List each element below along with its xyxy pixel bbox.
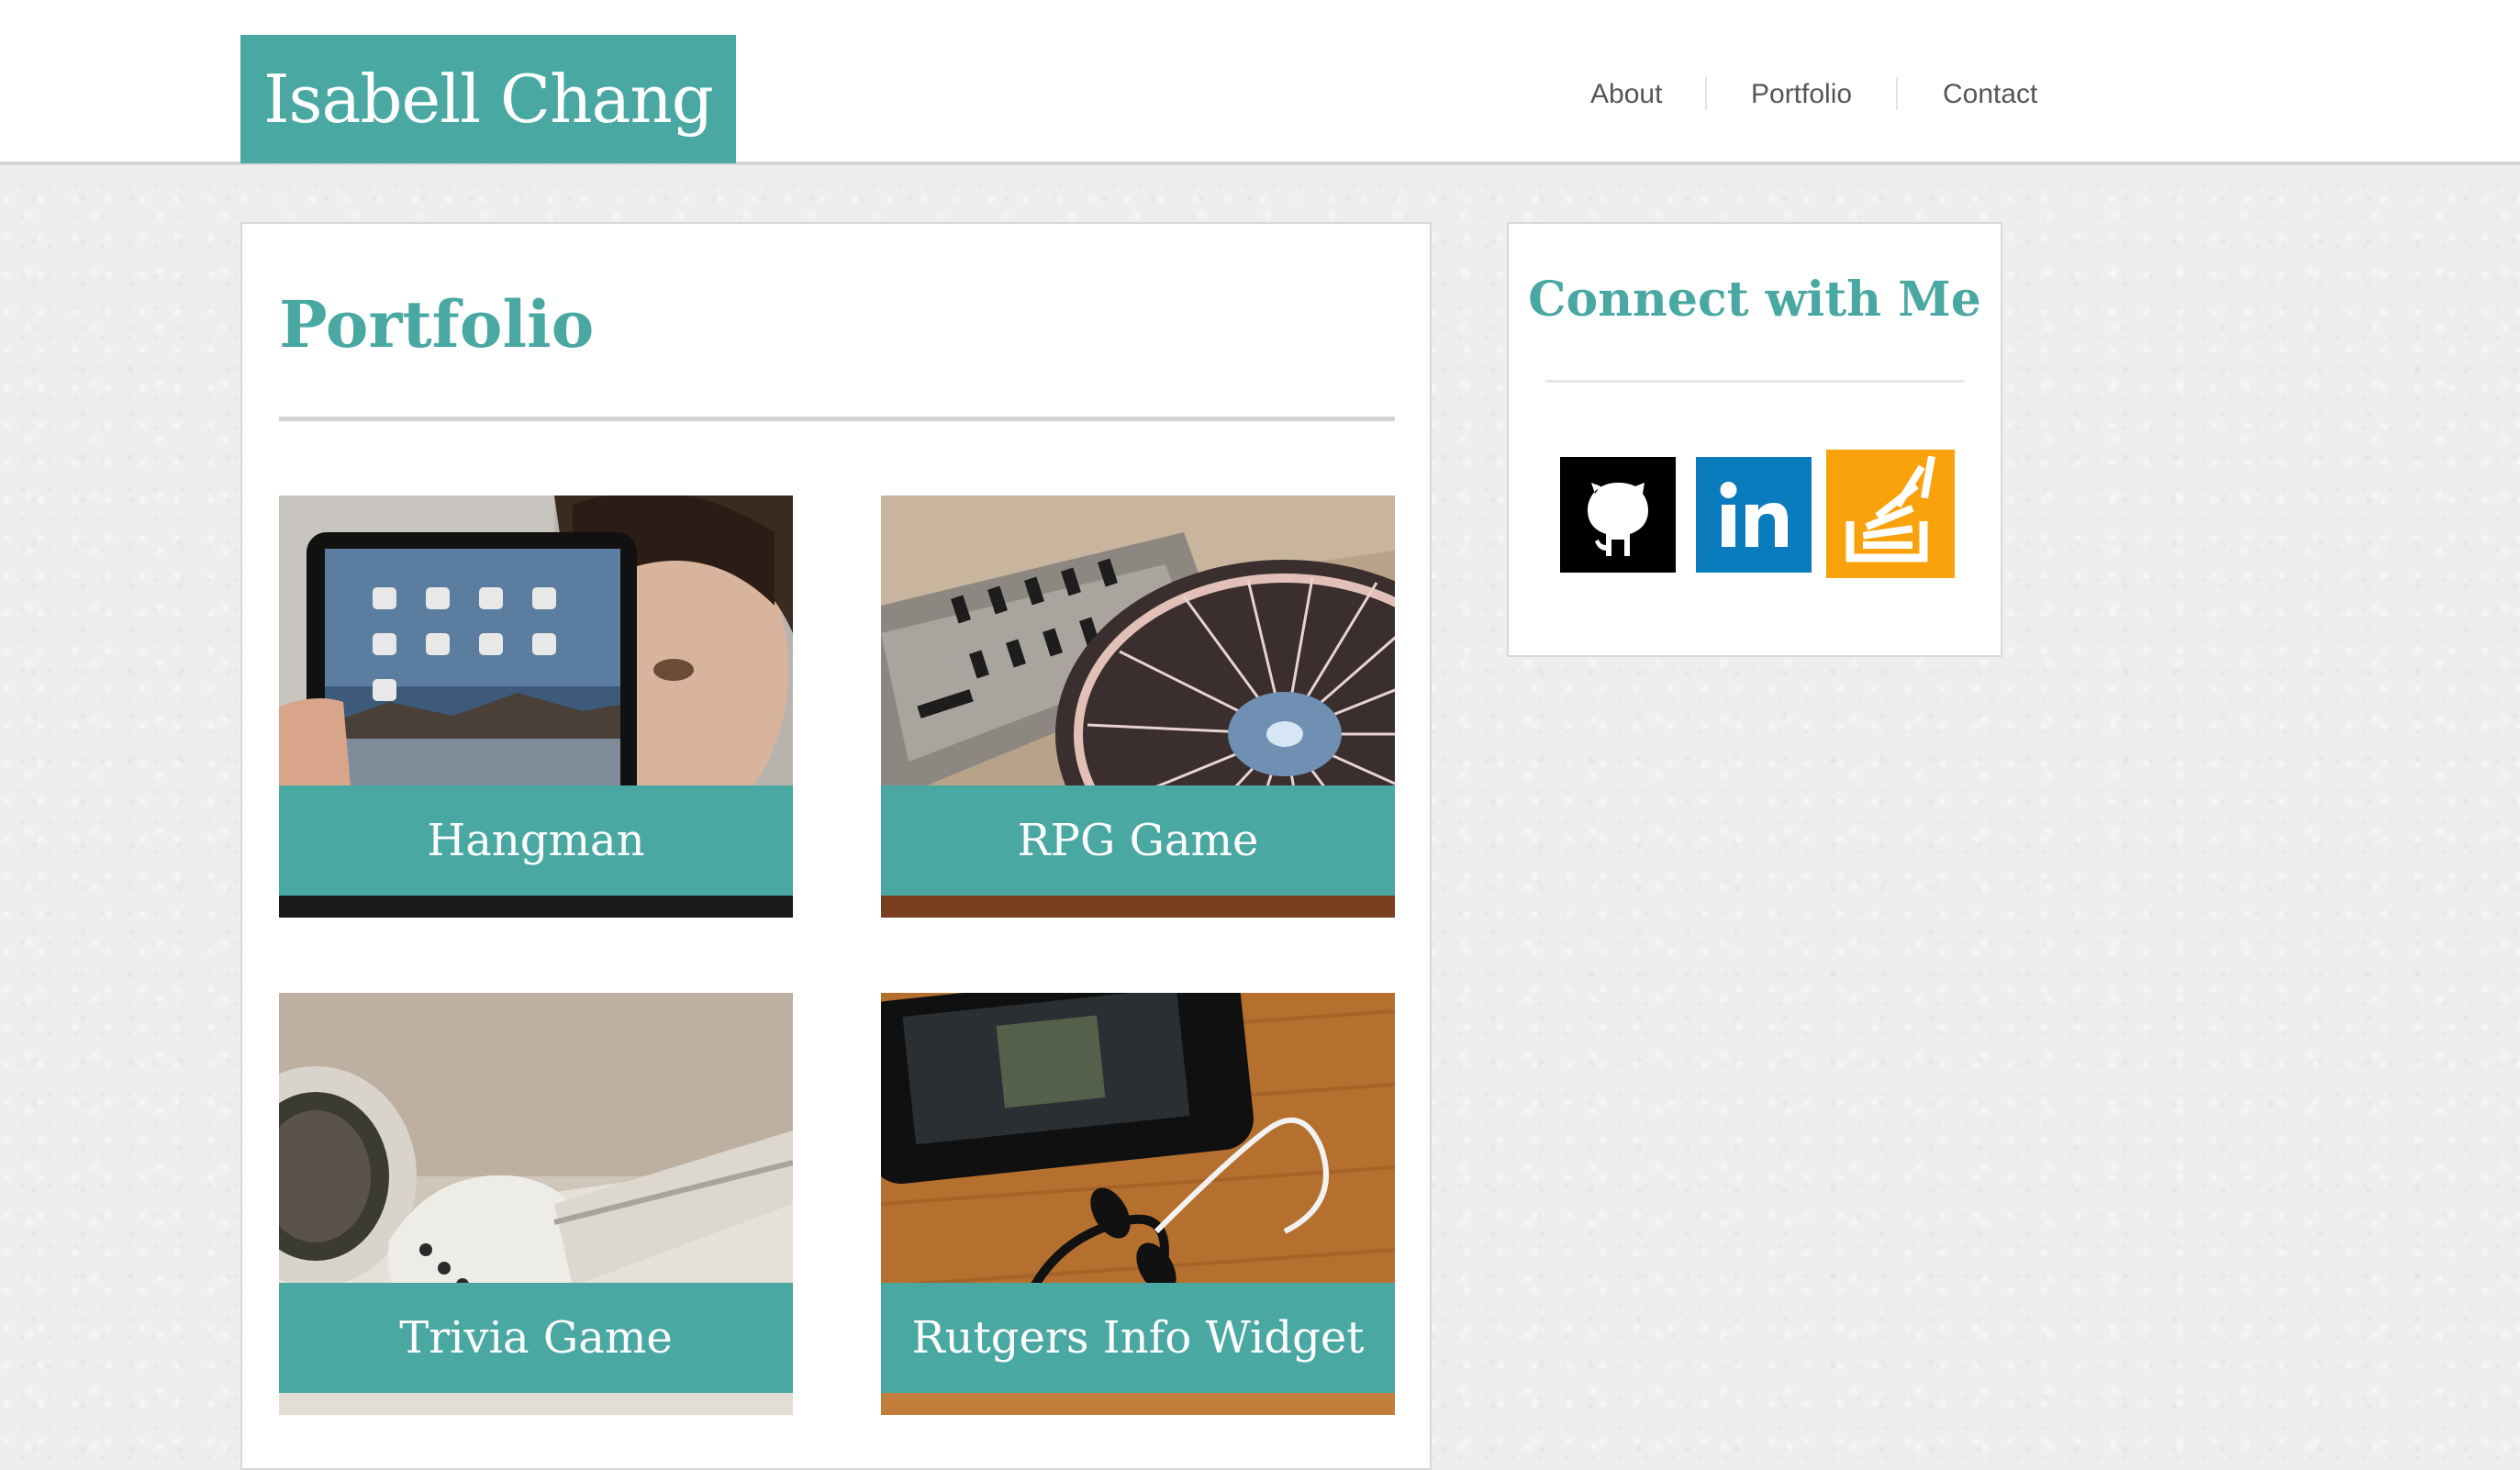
nav-link-portfolio[interactable]: Portfolio	[1751, 72, 1852, 117]
github-icon	[1560, 457, 1676, 573]
page-title: Portfolio	[279, 286, 595, 362]
project-title: RPG Game	[1017, 815, 1259, 866]
nav-link-contact[interactable]: Contact	[1943, 72, 2037, 117]
project-card-rutgers-info-widget[interactable]: Rutgers Info Widget	[881, 993, 1395, 1415]
stackoverflow-link[interactable]	[1826, 450, 1955, 582]
project-label: Rutgers Info Widget	[881, 1283, 1395, 1393]
project-label: Hangman	[279, 785, 793, 896]
project-card-hangman[interactable]: Hangman	[279, 496, 793, 918]
project-title: Hangman	[427, 815, 645, 866]
main-nav: About Portfolio Contact	[0, 72, 2520, 117]
project-title: Rutgers Info Widget	[911, 1312, 1365, 1364]
linkedin-link[interactable]	[1696, 457, 1812, 576]
title-divider	[279, 417, 1395, 421]
sidebar-divider	[1545, 380, 1964, 383]
project-label: RPG Game	[881, 785, 1395, 896]
nav-link-about[interactable]: About	[1590, 72, 1662, 117]
project-title: Trivia Game	[399, 1312, 673, 1364]
project-card-rpg-game[interactable]: RPG Game	[881, 496, 1395, 918]
linkedin-icon	[1696, 457, 1812, 573]
portfolio-panel: Portfolio Hangman RPG Game Trivia Game R…	[240, 222, 1432, 1470]
project-label: Trivia Game	[279, 1283, 793, 1393]
nav-divider	[1705, 77, 1707, 110]
connect-panel: Connect with Me	[1507, 222, 2002, 657]
project-card-trivia-game[interactable]: Trivia Game	[279, 993, 793, 1415]
nav-divider	[1896, 77, 1898, 110]
github-link[interactable]	[1560, 457, 1676, 576]
sidebar-title: Connect with Me	[1528, 272, 1981, 328]
stackoverflow-icon	[1826, 450, 1955, 578]
site-header: Isabell Chang About Portfolio Contact	[0, 0, 2520, 165]
